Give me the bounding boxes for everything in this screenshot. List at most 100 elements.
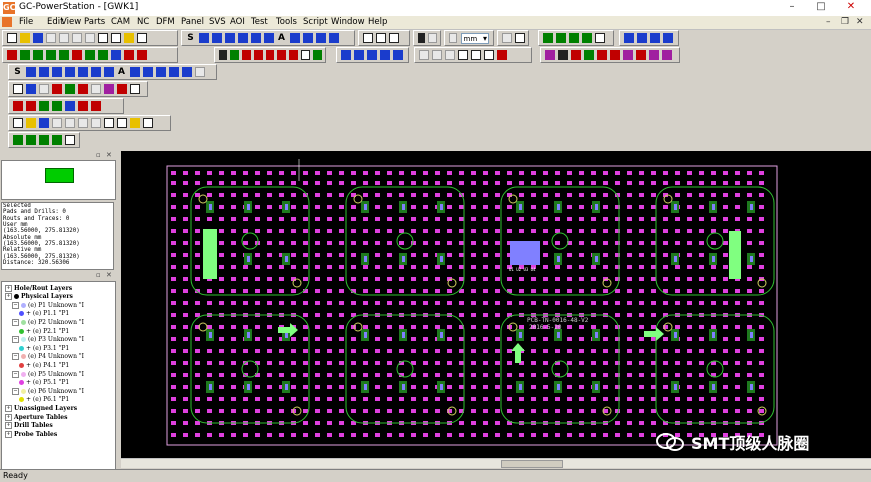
menu-help[interactable]: Help: [368, 17, 387, 27]
stretch-icon[interactable]: [97, 50, 108, 60]
dfm-graph2-icon[interactable]: [470, 50, 481, 60]
nc-probe4-icon[interactable]: [648, 50, 659, 60]
layer-color-icon[interactable]: [21, 371, 26, 377]
arrow-icon[interactable]: [417, 33, 426, 43]
nc-rout-icon[interactable]: [557, 50, 568, 60]
move-icon[interactable]: [19, 50, 30, 60]
filled-rect-icon[interactable]: [302, 33, 313, 43]
extra2-icon[interactable]: [194, 67, 205, 77]
dfm-report-icon[interactable]: [496, 50, 507, 60]
route2-icon[interactable]: [103, 67, 114, 77]
panel-icon[interactable]: [581, 33, 592, 43]
menu-nc[interactable]: NC: [137, 17, 149, 27]
circle2-icon[interactable]: [168, 67, 179, 77]
branch-icon[interactable]: [263, 33, 274, 43]
layer-color-icon[interactable]: [14, 294, 19, 300]
open-folder-icon[interactable]: [19, 33, 30, 43]
layer-tree-item[interactable]: + (e) P2.1 "P1: [19, 327, 69, 335]
menu-test[interactable]: Test: [251, 17, 268, 27]
print-preview-icon[interactable]: [97, 33, 108, 43]
expand-icon[interactable]: −: [12, 336, 19, 344]
cut2-icon[interactable]: [51, 118, 62, 128]
fill-red-icon[interactable]: [289, 50, 298, 60]
expand-icon[interactable]: +: [5, 284, 12, 292]
layer-color-icon[interactable]: [19, 345, 24, 351]
panel-graph-icon[interactable]: [129, 84, 140, 94]
menu-view[interactable]: View: [61, 17, 81, 27]
panel-prop-icon[interactable]: [90, 84, 101, 94]
expand-icon[interactable]: −: [12, 301, 19, 309]
explode-icon[interactable]: [71, 50, 82, 60]
paste-icon[interactable]: [71, 33, 82, 43]
layer-tree-item[interactable]: + Physical Layers: [5, 293, 73, 301]
dfm-pad-icon[interactable]: [444, 50, 455, 60]
save-icon[interactable]: [32, 33, 43, 43]
line2-icon[interactable]: [51, 67, 62, 77]
nc-probe3-icon[interactable]: [635, 50, 646, 60]
layer-color-icon[interactable]: [19, 362, 24, 368]
stack2-icon[interactable]: [155, 67, 166, 77]
layer-color-icon[interactable]: [19, 328, 24, 334]
frame-svs-icon[interactable]: [649, 33, 660, 43]
expand-icon[interactable]: −: [12, 370, 19, 378]
expand-icon[interactable]: +: [5, 422, 12, 430]
expand-icon[interactable]: +: [5, 293, 12, 301]
pcb-drawing[interactable]: U1 U2 U3 U4 PCB-TN-0016-48-V22016-5-20: [121, 151, 871, 458]
layer-tree-item[interactable]: − (e) P1 Unknown "I: [12, 301, 84, 309]
expand-icon[interactable]: −: [12, 318, 19, 326]
expand-icon[interactable]: +: [5, 404, 12, 412]
view-mode-5-icon[interactable]: [392, 50, 403, 60]
menu-panel[interactable]: Panel: [181, 17, 204, 27]
new-file-icon[interactable]: [6, 33, 17, 43]
menu-parts[interactable]: Parts: [84, 17, 105, 27]
menu-tools[interactable]: Tools: [276, 17, 297, 27]
delete-icon[interactable]: [6, 50, 17, 60]
expand-icon[interactable]: −: [12, 387, 19, 395]
layer-color-icon[interactable]: [19, 397, 24, 403]
grid-dots2-icon[interactable]: [25, 135, 36, 145]
arc-icon[interactable]: [237, 33, 248, 43]
select-net-icon[interactable]: [514, 33, 525, 43]
inspect2-icon[interactable]: [64, 135, 75, 145]
menu-window[interactable]: Window: [331, 17, 365, 27]
measure-icon[interactable]: [428, 33, 437, 43]
pin-icon[interactable]: ▫: [96, 151, 101, 159]
frame-align-icon[interactable]: [662, 33, 673, 43]
pcb-canvas[interactable]: U1 U2 U3 U4 PCB-TN-0016-48-V2 2016-5-20: [121, 151, 871, 458]
layer-tree-item[interactable]: + (e) P4.1 "P1: [19, 361, 69, 369]
viewport-indicator[interactable]: [45, 168, 74, 183]
outline-icon[interactable]: [300, 50, 310, 60]
layer-tree-item[interactable]: − (e) P6 Unknown "I: [12, 387, 84, 395]
menu-file[interactable]: File: [19, 17, 33, 27]
nc-probe5-icon[interactable]: [661, 50, 672, 60]
layer-tree-item[interactable]: − (e) P2 Unknown "I: [12, 318, 84, 326]
paste2-icon[interactable]: [77, 118, 88, 128]
layer-tree-item[interactable]: + (e) P3.1 "P1: [19, 344, 69, 352]
cut-icon[interactable]: [45, 33, 56, 43]
dfm-graph-icon[interactable]: [457, 50, 468, 60]
menu-script[interactable]: Script: [303, 17, 328, 27]
flag2-icon[interactable]: [77, 101, 88, 111]
grid-dots-icon[interactable]: [555, 33, 566, 43]
circle-icon[interactable]: [328, 33, 339, 43]
filter2-icon[interactable]: [64, 101, 75, 111]
filter-icon[interactable]: [110, 50, 121, 60]
minimize-button[interactable]: –: [781, 1, 803, 14]
panel-grid-icon[interactable]: [64, 84, 75, 94]
pencil2-icon[interactable]: [38, 67, 49, 77]
grid-icon[interactable]: [542, 33, 553, 43]
rectangle-icon[interactable]: [289, 33, 300, 43]
nc-path-icon[interactable]: [570, 50, 581, 60]
snap2-icon[interactable]: [38, 135, 49, 145]
context-help2-icon[interactable]: [142, 118, 153, 128]
horizontal-scrollbar[interactable]: [121, 458, 871, 468]
layer-color-icon[interactable]: [21, 302, 26, 308]
zoom-prev-icon[interactable]: [388, 33, 399, 43]
rect2-icon[interactable]: [129, 67, 140, 77]
menu-aoi[interactable]: AOI: [230, 17, 245, 27]
panel-step-icon[interactable]: [38, 84, 49, 94]
layer-tree-item[interactable]: + (e) P5.1 "P1: [19, 379, 69, 387]
panel-world-icon[interactable]: [25, 84, 36, 94]
checkmark-icon[interactable]: [218, 50, 228, 60]
print-icon[interactable]: [110, 33, 121, 43]
